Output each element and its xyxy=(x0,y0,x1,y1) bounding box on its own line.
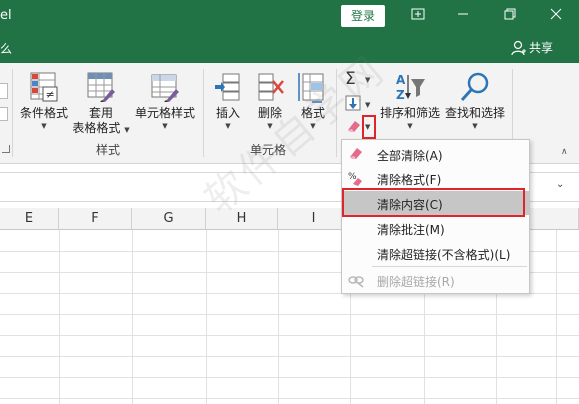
person-icon xyxy=(511,40,526,56)
ribbon-display-options-icon[interactable] xyxy=(406,5,430,27)
chevron-down-icon: ▼ xyxy=(407,122,413,130)
restore-icon[interactable] xyxy=(498,5,522,27)
formula-bar-expand-icon[interactable]: ⌄ xyxy=(556,179,564,190)
column-header-e[interactable]: E xyxy=(0,208,59,230)
chevron-down-icon: ▼ xyxy=(225,122,231,130)
sort-filter-label: 排序和筛选 xyxy=(379,106,440,120)
close-icon[interactable] xyxy=(544,5,568,27)
chevron-down-icon: ▼ xyxy=(41,122,47,130)
chevron-down-icon: ▼ xyxy=(310,122,316,130)
column-gridline xyxy=(556,230,557,404)
column-gridline xyxy=(132,230,133,404)
styles-dialog-launcher-icon[interactable] xyxy=(2,145,10,153)
fill-down-icon xyxy=(345,95,361,111)
chevron-down-icon: ▼ xyxy=(472,122,478,130)
chevron-down-icon: ▼ xyxy=(365,101,371,109)
share-label: 共享 xyxy=(529,41,554,55)
clear-format-icon: % xyxy=(348,172,362,186)
column-header-g[interactable]: G xyxy=(132,208,206,230)
column-gridline xyxy=(59,230,60,404)
format-button[interactable]: 格式 ▼ xyxy=(293,71,333,130)
insert-label: 插入 xyxy=(215,106,240,120)
svg-text:≠: ≠ xyxy=(46,88,55,101)
find-select-button[interactable]: 查找和选择 ▼ xyxy=(443,71,507,130)
conditional-format-button[interactable]: ≠ 条件格式 ▼ xyxy=(16,71,72,130)
conditional-format-icon: ≠ xyxy=(30,72,58,102)
cells-group-label: 单元格 xyxy=(250,143,287,157)
menu-separator xyxy=(372,266,527,267)
left-cutoff-control xyxy=(0,83,8,99)
row-gridline xyxy=(0,377,579,378)
row-gridline xyxy=(0,398,579,399)
menu-item-clear-comments[interactable]: 清除批注(M) xyxy=(342,216,529,240)
menu-item-clear-all[interactable]: 全部清除(A) xyxy=(342,142,529,166)
delete-button[interactable]: 删除 ▼ xyxy=(250,71,290,130)
autosum-button[interactable]: Σ ▼ xyxy=(343,69,375,89)
chevron-down-icon: ▼ xyxy=(365,76,371,84)
styles-group-label: 样式 xyxy=(96,143,121,157)
app-title: el xyxy=(0,8,12,23)
left-cutoff-control xyxy=(0,107,8,121)
format-as-table-label-1: 套用 xyxy=(88,106,113,120)
delete-label: 删除 xyxy=(257,106,282,120)
remove-link-icon xyxy=(348,276,364,288)
svg-text:A: A xyxy=(396,73,406,87)
menu-item-label: 清除超链接(不含格式)(L) xyxy=(377,248,511,262)
svg-text:Z: Z xyxy=(396,88,405,102)
menu-item-label: 清除批注(M) xyxy=(377,223,445,237)
clear-contents-highlight xyxy=(342,188,525,217)
cell-styles-label: 单元格样式 xyxy=(134,106,195,120)
insert-cells-icon xyxy=(215,73,240,101)
eraser-icon xyxy=(350,148,362,159)
sort-filter-button[interactable]: A Z 排序和筛选 ▼ xyxy=(378,71,442,130)
clear-arrow-highlight xyxy=(362,115,376,139)
find-select-label: 查找和选择 xyxy=(444,106,505,120)
minimize-icon[interactable] xyxy=(451,5,475,27)
conditional-format-label: 条件格式 xyxy=(19,106,68,120)
tell-me-fragment[interactable]: 么 xyxy=(0,40,12,57)
format-as-table-icon xyxy=(87,72,115,102)
column-gridline xyxy=(278,230,279,404)
format-as-table-label-2: 表格格式 xyxy=(72,121,121,135)
chevron-down-icon: ▼ xyxy=(267,122,273,130)
fill-button[interactable]: ▼ xyxy=(343,94,375,114)
login-button[interactable]: 登录 xyxy=(341,5,385,27)
insert-button[interactable]: 插入 ▼ xyxy=(208,71,248,130)
menu-item-clear-hyperlinks[interactable]: 清除超链接(不含格式)(L) xyxy=(342,241,529,265)
delete-cells-icon xyxy=(258,73,284,101)
chevron-down-icon: ▼ xyxy=(124,126,130,134)
menu-item-clear-formats[interactable]: % 清除格式(F) xyxy=(342,166,529,190)
svg-text:%: % xyxy=(348,172,357,182)
sigma-icon: Σ xyxy=(345,69,356,89)
column-header-i[interactable]: I xyxy=(278,208,350,230)
search-icon xyxy=(460,72,489,102)
menu-item-remove-hyperlinks: 删除超链接(R) xyxy=(342,268,529,292)
chevron-down-icon: ▼ xyxy=(162,122,168,130)
format-as-table-button[interactable]: 套用 表格格式 ▼ xyxy=(72,71,130,138)
group-separator xyxy=(12,69,13,157)
sort-filter-icon: A Z xyxy=(396,73,425,102)
row-gridline xyxy=(0,335,579,336)
cell-styles-icon xyxy=(151,74,179,102)
group-separator xyxy=(203,69,204,157)
column-gridline xyxy=(206,230,207,404)
menu-item-label: 删除超链接(R) xyxy=(377,275,455,289)
row-gridline xyxy=(0,356,579,357)
tab-row: 么 共享 xyxy=(0,33,579,63)
cell-styles-button[interactable]: 单元格样式 ▼ xyxy=(134,71,196,130)
eraser-icon xyxy=(348,121,360,132)
ribbon-collapse-chevron-icon[interactable]: ∧ xyxy=(561,147,568,157)
row-gridline xyxy=(0,314,579,315)
column-header-h[interactable]: H xyxy=(206,208,278,230)
format-cells-icon xyxy=(298,73,324,103)
title-bar: el 登录 xyxy=(0,0,579,33)
column-header-f[interactable]: F xyxy=(59,208,132,230)
share-button[interactable]: 共享 xyxy=(510,39,553,56)
menu-item-label: 清除格式(F) xyxy=(377,173,442,187)
format-label: 格式 xyxy=(300,106,325,120)
menu-item-label: 全部清除(A) xyxy=(377,149,443,163)
group-separator xyxy=(336,69,337,157)
